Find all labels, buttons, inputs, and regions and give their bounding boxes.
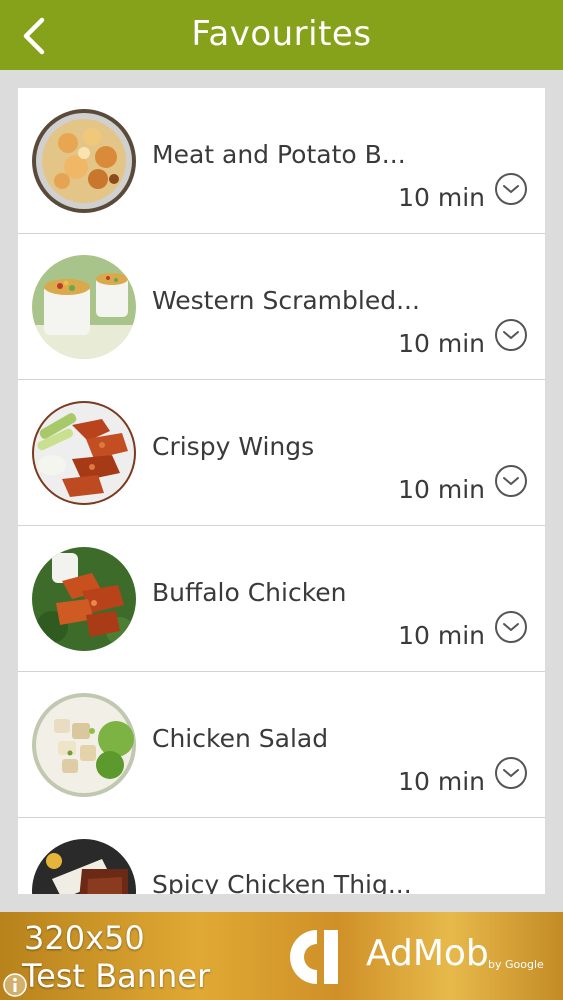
recipe-name: Meat and Potato B... xyxy=(152,140,406,169)
favourites-list[interactable]: Meat and Potato B... 10 min Western Scra… xyxy=(18,88,545,894)
admob-byline: by Google xyxy=(488,958,544,971)
cook-time: 10 min xyxy=(398,475,485,504)
recipe-name: Buffalo Chicken xyxy=(152,578,347,607)
ad-size-text: 320x50 xyxy=(24,919,145,957)
cook-time: 10 min xyxy=(398,183,485,212)
cook-time: 10 min xyxy=(398,621,485,650)
recipe-thumbnail xyxy=(32,547,136,651)
recipe-thumbnail xyxy=(32,255,136,359)
ad-label: Test Banner xyxy=(22,957,211,995)
ad-banner[interactable]: 320x50 Test Banner AdMob by Google xyxy=(0,912,563,1000)
page-title: Favourites xyxy=(191,14,372,54)
admob-brand: AdMob xyxy=(366,933,489,974)
recipe-thumbnail xyxy=(32,109,136,213)
recipe-name: Crispy Wings xyxy=(152,432,315,461)
recipe-thumbnail xyxy=(32,401,136,505)
list-item[interactable]: Spicy Chicken Thig... xyxy=(18,818,545,894)
recipe-name: Spicy Chicken Thig... xyxy=(152,870,412,894)
recipe-thumbnail xyxy=(32,839,136,894)
app-header: Favourites xyxy=(0,0,563,70)
recipe-thumbnail xyxy=(32,693,136,797)
admob-logo-icon xyxy=(284,924,350,990)
list-item[interactable]: Crispy Wings 10 min xyxy=(18,380,545,526)
list-item[interactable]: Western Scrambled... 10 min xyxy=(18,234,545,380)
clock-icon xyxy=(494,172,528,206)
clock-icon xyxy=(494,756,528,790)
cook-time: 10 min xyxy=(398,329,485,358)
info-icon[interactable] xyxy=(2,972,28,998)
recipe-name: Chicken Salad xyxy=(152,724,329,753)
clock-icon xyxy=(494,464,528,498)
cook-time: 10 min xyxy=(398,767,485,796)
list-item[interactable]: Meat and Potato B... 10 min xyxy=(18,88,545,234)
list-item[interactable]: Chicken Salad 10 min xyxy=(18,672,545,818)
list-item[interactable]: Buffalo Chicken 10 min xyxy=(18,526,545,672)
clock-icon xyxy=(494,610,528,644)
recipe-name: Western Scrambled... xyxy=(152,286,420,315)
clock-icon xyxy=(494,318,528,352)
